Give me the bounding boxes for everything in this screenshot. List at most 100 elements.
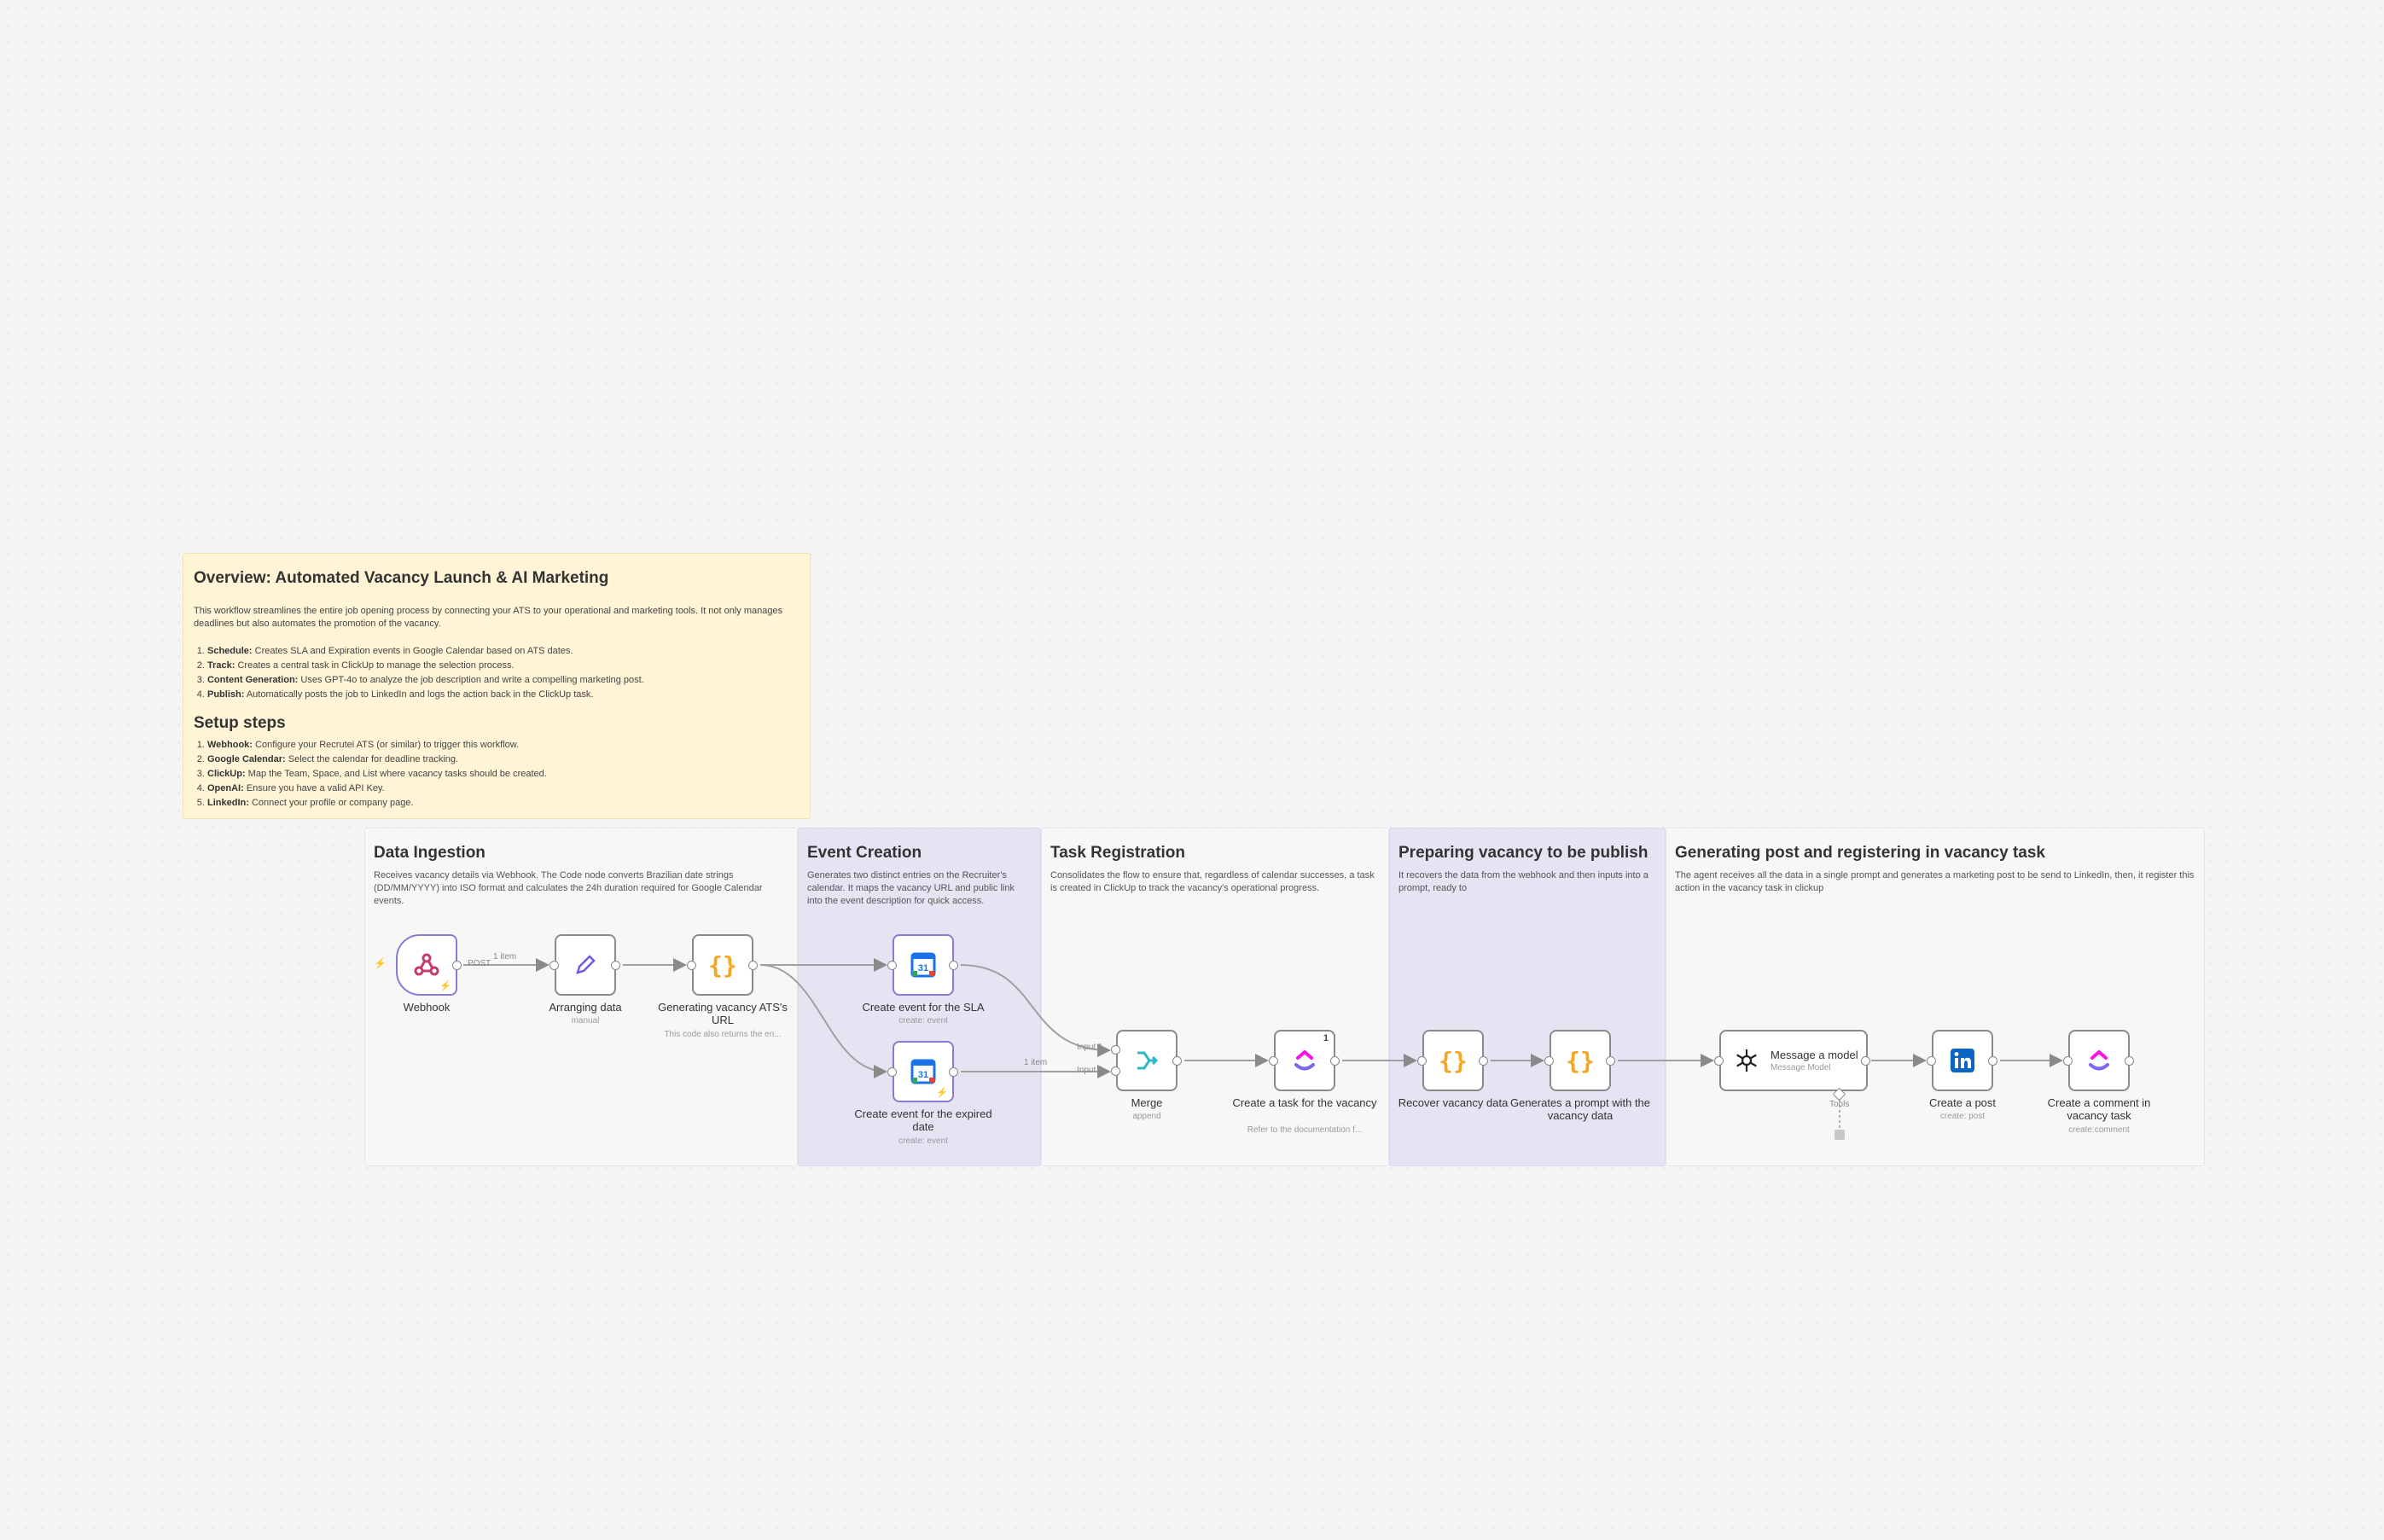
section-title: Event Creation [807, 844, 922, 862]
section-title: Task Registration [1050, 844, 1186, 862]
merge-icon [1137, 1051, 1159, 1070]
overview-item: Track: Creates a central task in ClickUp… [207, 659, 800, 673]
create-task-node[interactable]: 1 [1274, 1030, 1335, 1091]
section-description: Receives vacancy details via Webhook. Th… [374, 870, 763, 906]
input-port[interactable] [887, 961, 897, 970]
item-label: LinkedIn: [207, 798, 249, 808]
message-model-node[interactable]: Message a model Message Model [1719, 1030, 1868, 1091]
webhook-icon [414, 953, 439, 976]
status-badge: ⚡ [936, 1088, 948, 1098]
google-calendar-icon: 31 [910, 952, 936, 978]
create-event-expired-node[interactable]: 31 ⚡ [893, 1041, 954, 1102]
item-label: Schedule: [207, 646, 253, 656]
section-title: Generating post and registering in vacan… [1675, 844, 2045, 862]
output-port[interactable] [949, 1067, 958, 1077]
recover-vacancy-node[interactable]: {} [1422, 1030, 1484, 1091]
setup-item: Google Calendar: Select the calendar for… [207, 753, 800, 767]
node-label: Create a task for the vacancy [1232, 1096, 1377, 1109]
input-port[interactable] [887, 1067, 897, 1077]
code-braces-icon: {} [708, 950, 737, 979]
output-port[interactable] [748, 961, 758, 970]
output-port[interactable] [949, 961, 958, 970]
item-text: Automatically posts the job to LinkedIn … [244, 689, 594, 700]
input-port[interactable] [1417, 1056, 1427, 1066]
item-label: OpenAI: [207, 783, 244, 793]
code-braces-icon: {} [1439, 1046, 1468, 1075]
output-port[interactable] [1861, 1056, 1870, 1066]
overview-list: Schedule: Creates SLA and Expiration eve… [194, 644, 800, 702]
edge-label-item: 1 item [493, 952, 517, 962]
webhook-node[interactable]: ⚡ [396, 934, 457, 996]
node-subtitle: append [1132, 1112, 1161, 1121]
setup-item: Webhook: Configure your Recrutei ATS (or… [207, 738, 800, 753]
output-port[interactable] [611, 961, 620, 970]
node-label: Message a model [1771, 1049, 1858, 1061]
node-label: Generates a prompt with the vacancy data [1509, 1096, 1651, 1122]
item-text: Ensure you have a valid API Key. [243, 783, 385, 793]
overview-item: Publish: Automatically posts the job to … [207, 688, 800, 702]
input-port[interactable] [1269, 1056, 1278, 1066]
item-text: Uses GPT-4o to analyze the job descripti… [298, 675, 644, 685]
input-port[interactable] [1714, 1056, 1724, 1066]
item-label: Google Calendar: [207, 754, 286, 764]
output-port[interactable] [1172, 1056, 1182, 1066]
edge-label-post: POST [468, 959, 491, 968]
item-text: Select the calendar for deadline trackin… [285, 754, 459, 764]
output-port[interactable] [2125, 1056, 2134, 1066]
node-subtitle: create:comment [2068, 1125, 2130, 1135]
overview-title: Overview: Automated Vacancy Launch & AI … [194, 569, 609, 587]
overview-sticky-note[interactable]: Overview: Automated Vacancy Launch & AI … [183, 553, 811, 819]
output-port[interactable] [452, 961, 462, 970]
setup-list: Webhook: Configure your Recrutei ATS (or… [194, 738, 800, 811]
create-comment-node[interactable] [2068, 1030, 2130, 1091]
input-port[interactable] [2063, 1056, 2073, 1066]
output-port[interactable] [1988, 1056, 1997, 1066]
section-data-ingestion[interactable]: Data Ingestion Receives vacancy details … [364, 828, 798, 1166]
create-event-sla-node[interactable]: 31 [893, 934, 954, 996]
item-text: Creates a central task in ClickUp to man… [235, 660, 515, 671]
merge-node[interactable] [1116, 1030, 1177, 1091]
input-port[interactable] [1544, 1056, 1554, 1066]
output-port[interactable] [1606, 1056, 1615, 1066]
input-port[interactable] [687, 961, 696, 970]
input-port[interactable] [1927, 1056, 1936, 1066]
arranging-data-node[interactable] [555, 934, 616, 996]
node-subtitle: This code also returns the en... [664, 1030, 782, 1039]
input-port-1[interactable] [1111, 1045, 1120, 1055]
pencil-icon [576, 955, 596, 974]
setup-item: LinkedIn: Connect your profile or compan… [207, 796, 800, 811]
openai-icon [1736, 1049, 1757, 1072]
svg-text:31: 31 [918, 963, 928, 973]
trigger-bolt-icon: ⚡ [374, 957, 387, 969]
item-text: Connect your profile or company page. [248, 798, 414, 808]
output-port[interactable] [1330, 1056, 1340, 1066]
node-subtitle: Refer to the documentation f... [1247, 1125, 1363, 1135]
create-post-node[interactable] [1932, 1030, 1993, 1091]
input-port[interactable] [549, 961, 559, 970]
overview-intro: This workflow streamlines the entire job… [194, 606, 783, 629]
node-label: Webhook [403, 1001, 451, 1014]
edge-label-input-2: Input 2 [1077, 1066, 1103, 1075]
node-label: Create a post [1928, 1096, 1997, 1109]
svg-text:31: 31 [918, 1070, 928, 1080]
input-port-2[interactable] [1111, 1066, 1120, 1076]
node-label: Create a comment in vacancy task [2047, 1096, 2151, 1122]
section-title: Data Ingestion [374, 844, 486, 862]
generating-url-node[interactable]: {} [692, 934, 753, 996]
section-description: Consolidates the flow to ensure that, re… [1050, 870, 1375, 893]
setup-title: Setup steps [194, 714, 286, 732]
code-braces-icon: {} [1566, 1046, 1595, 1075]
item-text: Configure your Recrutei ATS (or similar)… [252, 740, 520, 750]
item-text: Map the Team, Space, and List where vaca… [245, 769, 547, 779]
clickup-icon [2089, 1050, 2109, 1071]
item-text: Creates SLA and Expiration events in Goo… [252, 646, 573, 656]
generate-prompt-node[interactable]: {} [1550, 1030, 1611, 1091]
node-label: Create event for the expired date [854, 1107, 992, 1133]
item-label: Content Generation: [207, 675, 299, 685]
output-port[interactable] [1479, 1056, 1488, 1066]
trigger-badge: ⚡ [439, 981, 451, 991]
linkedin-icon [1951, 1049, 1974, 1072]
node-label: Generating vacancy ATS's URL [658, 1001, 788, 1026]
node-subtitle: Message Model [1771, 1063, 1831, 1072]
overview-item: Content Generation: Uses GPT-4o to analy… [207, 673, 800, 688]
